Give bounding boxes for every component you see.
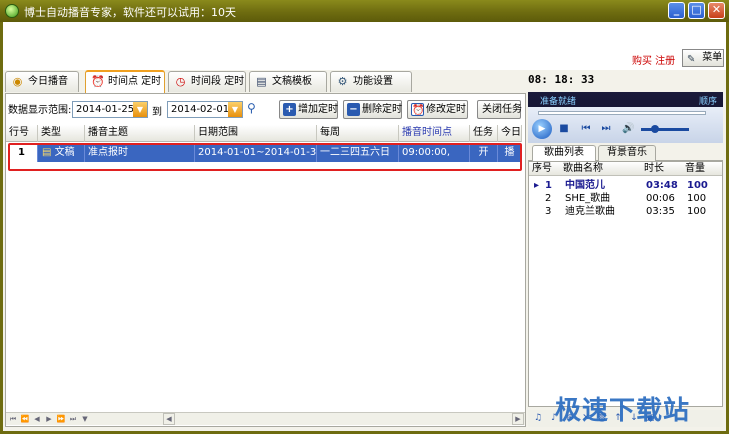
list-item[interactable]: ▸ 1 中国范儿 03:48 100 (529, 179, 722, 192)
player-status: 准备就绪 (540, 97, 577, 107)
tab-settings[interactable]: ⚙ 功能设置 (330, 71, 412, 92)
seek-bar[interactable] (538, 111, 706, 115)
end-date-picker[interactable]: 2014-02-01 ▼ (167, 101, 243, 118)
chevron-down-icon[interactable]: ▼ (133, 102, 147, 117)
minus-icon: − (347, 103, 360, 116)
delete-schedule-button[interactable]: − 删除定时 (343, 100, 402, 119)
clock-icon: ◷ (175, 75, 186, 88)
column-header[interactable]: 每周 (317, 125, 399, 142)
prev-record-icon[interactable]: ◀ (32, 414, 42, 424)
gear-icon: ⚙ (337, 75, 348, 88)
record-navigator: ⏮ ⏪ ◀ ▶ ⏩ ⏭ ▼ ◀ ▶ (6, 412, 525, 425)
chevron-down-icon[interactable]: ▼ (228, 102, 242, 117)
disc-icon: ◉ (12, 75, 23, 88)
watermark: 极速下载站 (555, 396, 691, 426)
app-icon (5, 4, 19, 18)
close-task-button[interactable]: 关闭任务 (477, 100, 522, 119)
to-label: 到 (152, 107, 162, 118)
column-header[interactable]: 日期范围 (195, 125, 317, 142)
document-icon: ▤ (256, 75, 267, 88)
column-header[interactable]: 行号 (6, 125, 38, 142)
highlight-box (8, 143, 522, 171)
top-strip (3, 22, 726, 70)
volume-slider[interactable] (641, 125, 689, 133)
column-header[interactable]: 音量 (685, 162, 705, 175)
playlist-tabs: 歌曲列表 背景音乐 (528, 145, 723, 161)
volume-icon[interactable]: 🔊 (622, 123, 634, 135)
first-record-icon[interactable]: ⏮ (8, 414, 18, 424)
minimize-button[interactable]: _ (668, 2, 685, 19)
alarm-clock-icon: ⏰ (411, 103, 425, 116)
window-title: 博士自动播音专家，软件还可以试用：10天 (24, 6, 236, 19)
filter-icon[interactable]: ▼ (80, 414, 90, 424)
search-icon[interactable]: ⚲ (247, 101, 256, 115)
close-button[interactable]: ✕ (708, 2, 725, 19)
column-header[interactable]: 今日 (498, 125, 522, 142)
plus-icon: + (283, 103, 296, 116)
play-mode[interactable]: 顺序 (699, 94, 717, 107)
prev-page-icon[interactable]: ⏪ (20, 414, 30, 424)
edit-schedule-button[interactable]: ⏰ 修改定时 (407, 100, 468, 119)
menu-button-label: 菜单 (702, 52, 723, 63)
column-header[interactable]: 时长 (644, 162, 664, 175)
tab-time-point[interactable]: ⏰ 时间点 定时 (85, 70, 165, 93)
next-record-icon[interactable]: ▶ (44, 414, 54, 424)
title-bar: 博士自动播音专家，软件还可以试用：10天 _ □ ✕ (0, 0, 729, 22)
column-header[interactable]: 播音时间点 (399, 125, 470, 142)
menu-button[interactable]: ✎ 菜单 (682, 49, 724, 67)
current-track-icon: ▸ (534, 180, 540, 191)
song-list: 序号 歌曲名称 时长 音量 ▸ 1 中国范儿 03:48 100 2 SHE_歌… (528, 161, 723, 407)
play-icon[interactable]: ▶ (532, 119, 552, 139)
previous-track-icon[interactable]: ⏮ (580, 123, 592, 135)
clock-display: 08: 18: 33 (528, 73, 595, 86)
scroll-left-button[interactable]: ◀ (163, 413, 175, 425)
tab-background-music[interactable]: 背景音乐 (598, 145, 656, 161)
add-schedule-button[interactable]: + 增加定时 (279, 100, 338, 119)
tab-today[interactable]: ◉ 今日播音 (5, 71, 79, 92)
player-controls: ▶ ■ ⏮ ⏭ 🔊 (528, 107, 723, 143)
alarm-clock-icon: ⏰ (91, 75, 105, 88)
last-record-icon[interactable]: ⏭ (68, 414, 78, 424)
column-header[interactable]: 类型 (38, 125, 85, 142)
column-header[interactable]: 歌曲名称 (563, 162, 603, 175)
tab-templates[interactable]: ▤ 文稿模板 (249, 71, 327, 92)
playlist-header: 序号 歌曲名称 时长 音量 (529, 162, 722, 176)
range-label: 数据显示范围: (8, 105, 72, 116)
column-header[interactable]: 序号 (532, 162, 552, 175)
next-page-icon[interactable]: ⏩ (56, 414, 66, 424)
volume-knob[interactable] (651, 125, 659, 133)
buy-register-link[interactable]: 购买 注册 (632, 52, 675, 67)
list-item[interactable]: 2 SHE_歌曲 00:06 100 (529, 192, 722, 205)
start-date-picker[interactable]: 2014-01-25 ▼ (72, 101, 148, 118)
stop-icon[interactable]: ■ (558, 123, 570, 135)
add-music-icon[interactable]: ♫ (532, 412, 544, 424)
column-header[interactable]: 播音主题 (85, 125, 195, 142)
maximize-button[interactable]: □ (688, 2, 705, 19)
next-track-icon[interactable]: ⏭ (600, 123, 612, 135)
table-header: 行号 类型 播音主题 日期范围 每周 播音时间点 任务 今日 (6, 125, 522, 142)
pen-icon: ✎ (687, 54, 696, 65)
list-item[interactable]: 3 迪克兰歌曲 03:35 100 (529, 205, 722, 218)
tab-song-list[interactable]: 歌曲列表 (532, 145, 596, 161)
column-header[interactable]: 任务 (470, 125, 498, 142)
scroll-right-button[interactable]: ▶ (512, 413, 524, 425)
tab-time-range[interactable]: ◷ 时间段 定时 (168, 71, 246, 92)
